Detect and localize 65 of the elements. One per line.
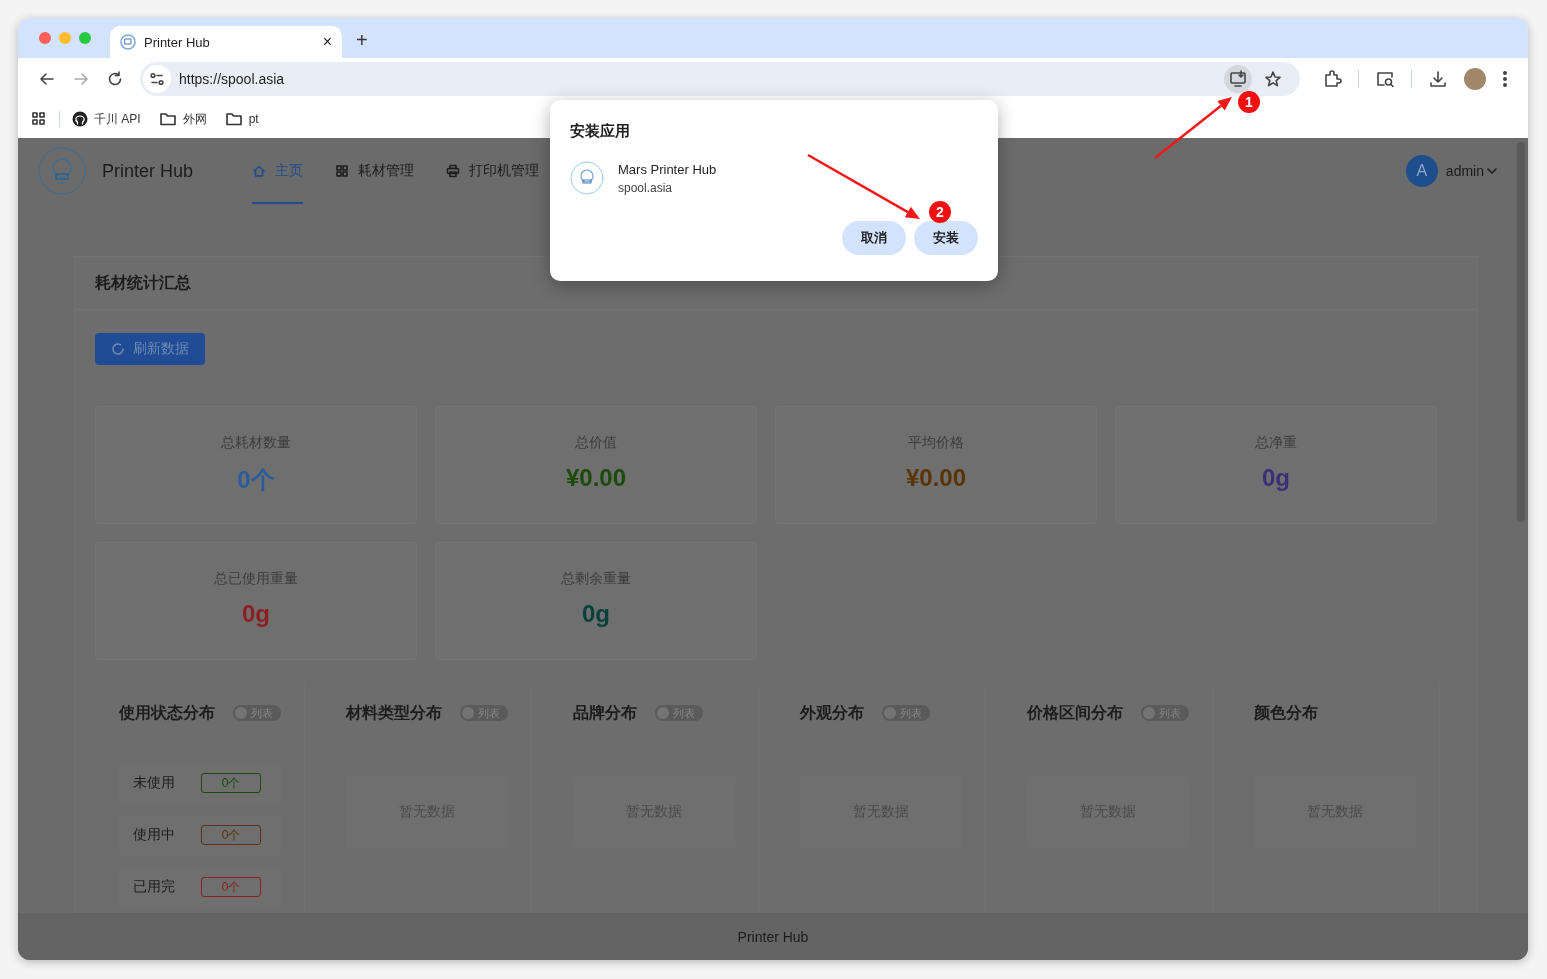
window-control-dot[interactable] — [39, 32, 51, 44]
star-icon[interactable] — [1264, 70, 1282, 88]
printer-icon — [446, 164, 460, 178]
stat-value: 0g — [242, 600, 270, 628]
stat-value: 0个 — [237, 465, 275, 495]
home-icon — [252, 164, 266, 178]
close-tab-button[interactable]: × — [322, 33, 332, 51]
refresh-button[interactable]: 刷新数据 — [95, 333, 205, 365]
url-text: https://spool.asia — [179, 71, 285, 87]
logo-icon — [38, 147, 86, 195]
chevron-down-icon — [1486, 165, 1498, 177]
panel-title: 使用状态分布 — [119, 702, 215, 723]
count-tag: 0个 — [201, 773, 261, 793]
dialog-title: 安装应用 — [570, 122, 631, 141]
address-bar[interactable]: https://spool.asia — [140, 62, 1300, 96]
count-tag: 0个 — [201, 877, 261, 897]
stat-value: 0g — [582, 600, 610, 628]
app-name: Mars Printer Hub — [618, 161, 717, 177]
reading-mode-icon[interactable] — [1375, 69, 1395, 89]
folder-icon — [224, 111, 243, 127]
user-avatar[interactable]: A — [1405, 155, 1438, 187]
user-menu[interactable]: admin — [1445, 163, 1498, 179]
dialog-button[interactable]: 安装 — [914, 221, 978, 255]
tab-title: Printer Hub — [144, 34, 211, 50]
nav-tab[interactable]: 打印机管理 — [446, 138, 539, 204]
new-tab-button[interactable]: + — [342, 29, 368, 58]
refresh-icon — [111, 342, 125, 356]
bookmark-link[interactable]: 千川 API — [72, 110, 141, 128]
install-app-icon[interactable] — [1224, 65, 1252, 93]
panel-title: 品牌分布 — [573, 702, 637, 723]
menu-icon[interactable] — [1502, 70, 1508, 88]
site-settings-icon[interactable] — [143, 65, 171, 93]
stat-value: ¥0.00 — [905, 464, 967, 492]
status-label: 使用中 — [133, 826, 175, 844]
window-control-dot[interactable] — [79, 32, 91, 44]
panel-title: 材料类型分布 — [346, 702, 442, 723]
status-label: 已用完 — [133, 878, 175, 896]
nav-tab[interactable]: 耗材管理 — [335, 138, 414, 204]
apps-icon[interactable] — [31, 111, 47, 127]
bookmark-link[interactable]: pt — [224, 111, 259, 127]
status-label: 未使用 — [133, 774, 175, 792]
globe-icon — [120, 34, 136, 50]
app-url: spool.asia — [618, 180, 674, 195]
folder-icon — [158, 111, 177, 127]
stat-value: ¥0.00 — [565, 464, 627, 492]
browser-tab[interactable]: Printer Hub × — [110, 26, 342, 58]
panel-title: 价格区间分布 — [1027, 702, 1123, 723]
grid-icon — [335, 164, 349, 178]
count-tag: 0个 — [201, 825, 261, 845]
bookmark-link[interactable]: 外网 — [158, 110, 207, 128]
reload-icon[interactable] — [106, 70, 124, 88]
github-icon — [72, 111, 88, 127]
download-icon[interactable] — [1428, 69, 1448, 89]
profile-avatar[interactable] — [1464, 68, 1486, 90]
panel-title: 颜色分布 — [1254, 702, 1318, 723]
window-control-dot[interactable] — [59, 32, 71, 44]
footer-text: Printer Hub — [18, 913, 1528, 960]
step-badge: 1 — [1238, 91, 1260, 113]
stat-value: 0g — [1262, 464, 1290, 492]
dialog-button[interactable]: 取消 — [842, 221, 906, 255]
app-title: Printer Hub — [102, 160, 195, 182]
extension-icon[interactable] — [1322, 69, 1342, 89]
app-logo-icon — [570, 161, 604, 195]
back-icon[interactable] — [38, 70, 56, 88]
panel-title: 外观分布 — [800, 702, 864, 723]
